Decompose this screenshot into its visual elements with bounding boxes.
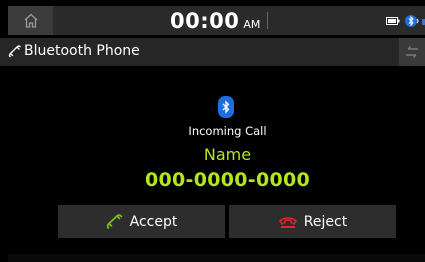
page-title: Bluetooth Phone [24, 43, 140, 59]
status-icons [386, 12, 421, 29]
caller-number: 000-0000-0000 [144, 169, 311, 191]
accept-label: Accept [129, 213, 178, 230]
phone-handset-icon [8, 45, 21, 58]
reject-label: Reject [303, 213, 348, 230]
home-button[interactable] [8, 6, 53, 35]
back-arrow-icon [406, 46, 418, 58]
bluetooth-badge [218, 96, 234, 118]
bottom-bar [8, 254, 425, 262]
clock: 00:00 AM [170, 9, 260, 33]
battery-icon [386, 16, 400, 25]
call-status: Incoming Call [188, 124, 267, 138]
bluetooth-audio-icon [405, 14, 419, 27]
clock-ampm: AM [243, 18, 261, 31]
phone-screen: 00:00 AM Bluetooth Phone Incoming Call N… [0, 0, 425, 262]
caller-name: Name [203, 145, 252, 164]
reject-button[interactable]: Reject [229, 205, 396, 238]
divider [267, 12, 268, 29]
status-bar: 00:00 AM [8, 6, 425, 35]
bluetooth-icon [222, 100, 230, 114]
clock-time: 00:00 [170, 9, 240, 33]
accept-button[interactable]: Accept [58, 205, 225, 238]
accept-phone-icon [106, 213, 122, 229]
reject-phone-icon [279, 216, 297, 228]
title-bar: Bluetooth Phone [0, 38, 425, 66]
back-button[interactable] [399, 38, 425, 66]
home-icon [24, 13, 37, 28]
